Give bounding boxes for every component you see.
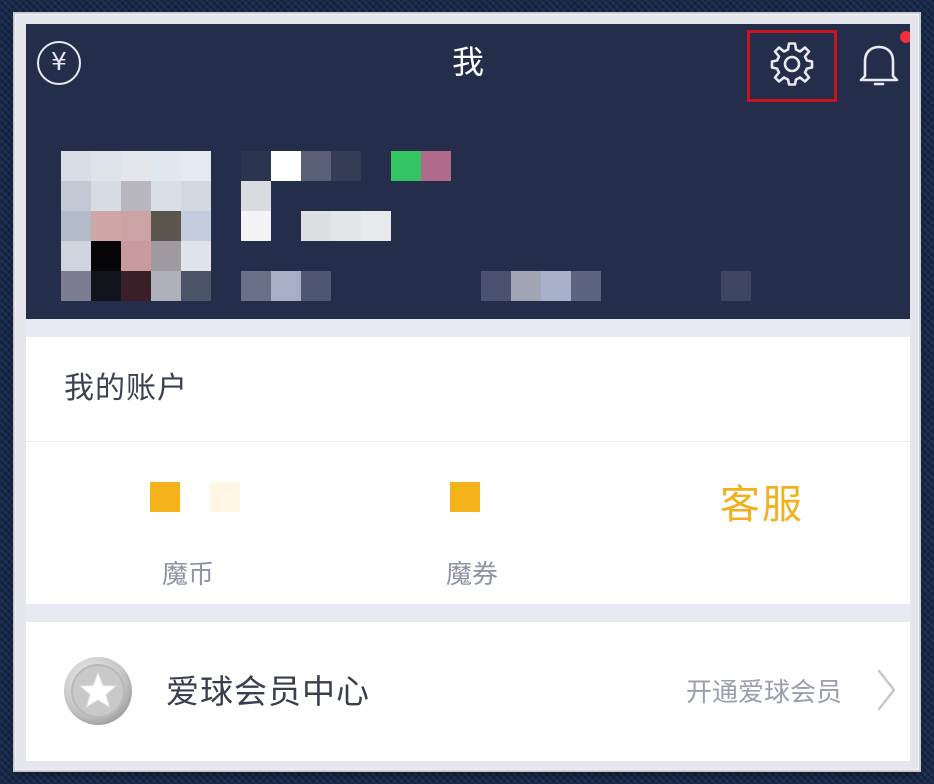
coin-value (88, 457, 288, 512)
star-badge-icon (64, 657, 132, 725)
account-card: 我的账户 魔币 魔券 客服 (26, 337, 910, 604)
gear-icon[interactable] (769, 41, 815, 87)
account-section-title: 我的账户 (64, 371, 188, 406)
coupon-label: 魔券 (445, 560, 498, 590)
customer-service-button[interactable]: 客服 (676, 479, 848, 531)
membership-row[interactable]: 爱球会员中心 开通爱球会员 (26, 622, 910, 761)
app-screen: ¥ 我 我的账户 魔币 魔券 客服 爱球会员中心 开通爱球会员 (26, 24, 910, 761)
user-info (241, 271, 761, 301)
membership-title: 爱球会员中心 (166, 672, 370, 711)
coupon-value (372, 457, 572, 512)
coin-stat[interactable]: 魔币 (88, 457, 288, 590)
username (241, 151, 481, 241)
bell-icon[interactable] (856, 40, 902, 88)
section-divider (26, 319, 910, 337)
screenshot-frame: ¥ 我 我的账户 魔币 魔券 客服 爱球会员中心 开通爱球会员 (15, 14, 919, 770)
divider (26, 441, 910, 442)
membership-action[interactable]: 开通爱球会员 (686, 674, 842, 712)
profile-header: ¥ 我 (26, 24, 910, 319)
section-divider (26, 604, 910, 622)
notification-dot (900, 31, 910, 43)
chevron-right-icon[interactable] (876, 668, 898, 712)
avatar[interactable] (61, 151, 211, 301)
coupon-stat[interactable]: 魔券 (372, 457, 572, 590)
coin-label: 魔币 (161, 560, 214, 590)
